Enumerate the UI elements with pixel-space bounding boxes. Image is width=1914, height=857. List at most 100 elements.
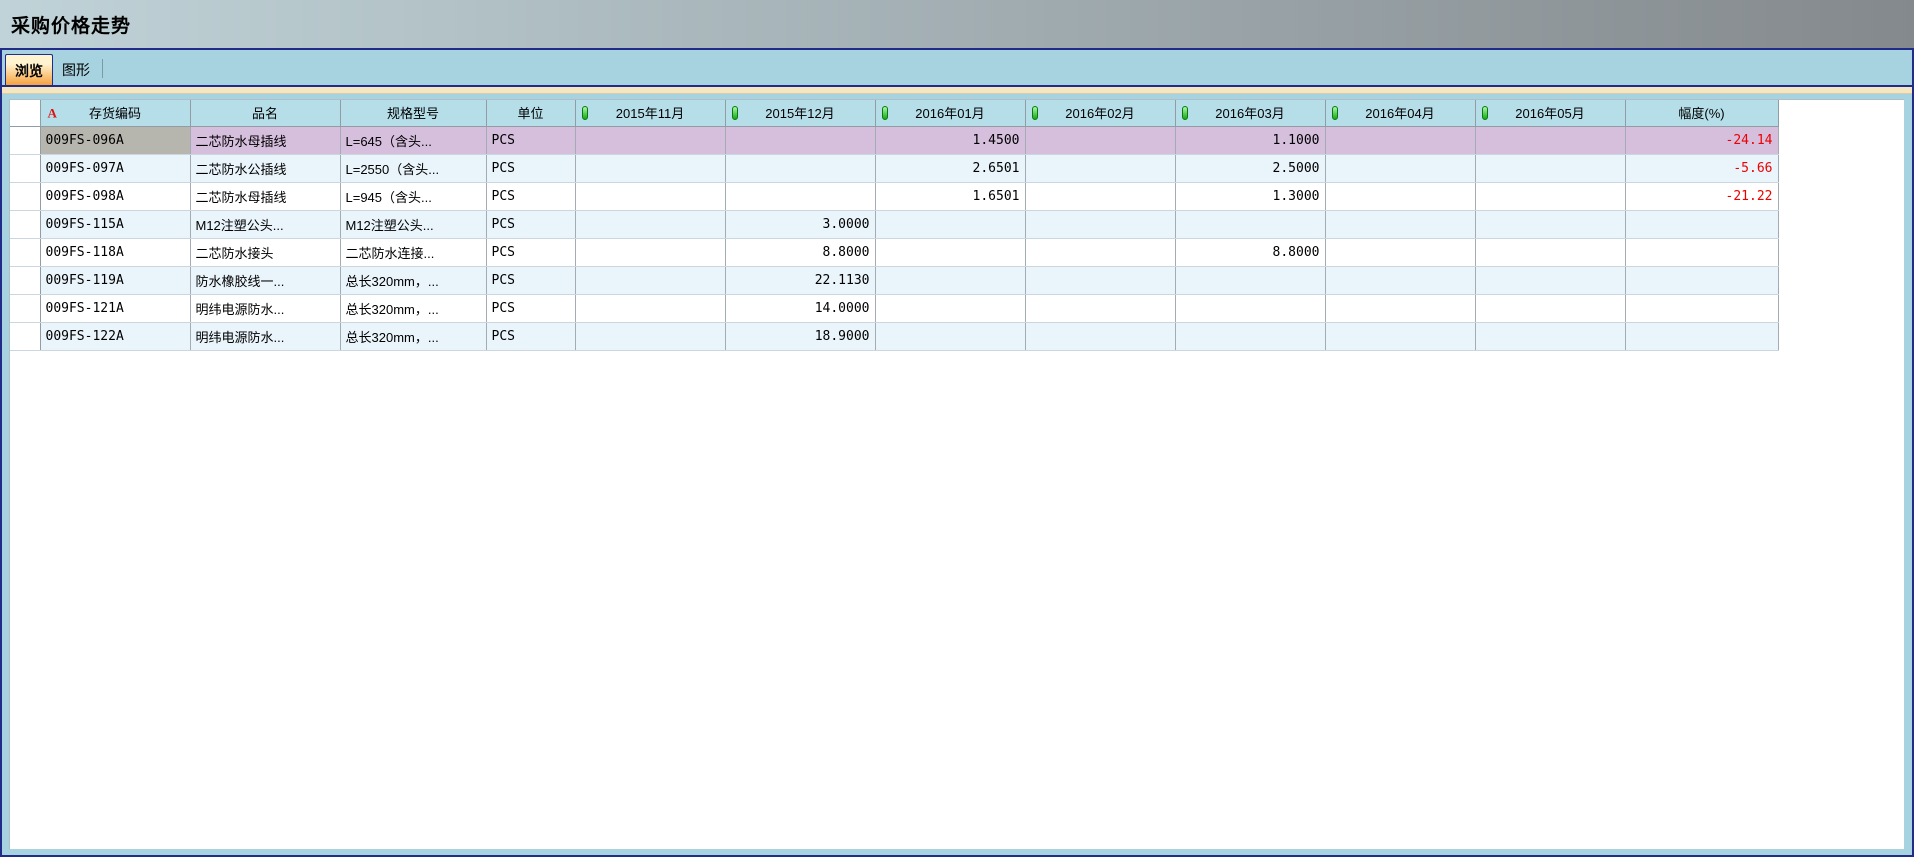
table-row[interactable]: 009FS-121A明纬电源防水...总长320mm，...PCS 14.0000	[10, 294, 1778, 322]
cell-spec[interactable]: M12注塑公头...	[340, 210, 486, 238]
table-row[interactable]: 009FS-097A二芯防水公插线L=2550（含头...PCS2.65012.…	[10, 154, 1778, 182]
cell-m201603[interactable]	[1175, 266, 1325, 294]
cell-m201512[interactable]: 18.9000	[725, 322, 875, 350]
cell-code[interactable]: 009FS-118A	[40, 238, 190, 266]
cell-m201512[interactable]: 22.1130	[725, 266, 875, 294]
cell-m201511[interactable]	[575, 266, 725, 294]
row-indicator[interactable]	[10, 238, 40, 266]
cell-m201604[interactable]	[1325, 182, 1475, 210]
tab-graph[interactable]: 图形	[53, 55, 99, 85]
cell-rate[interactable]	[1625, 266, 1778, 294]
cell-name[interactable]: 防水橡胶线一...	[190, 266, 340, 294]
cell-m201605[interactable]	[1475, 294, 1625, 322]
cell-m201602[interactable]	[1025, 126, 1175, 154]
cell-m201601[interactable]	[875, 210, 1025, 238]
cell-m201605[interactable]	[1475, 238, 1625, 266]
cell-m201605[interactable]	[1475, 210, 1625, 238]
cell-m201602[interactable]	[1025, 322, 1175, 350]
cell-m201602[interactable]	[1025, 266, 1175, 294]
cell-m201512[interactable]: 14.0000	[725, 294, 875, 322]
cell-unit[interactable]: PCS	[486, 210, 575, 238]
cell-m201511[interactable]	[575, 182, 725, 210]
row-indicator[interactable]	[10, 294, 40, 322]
cell-m201511[interactable]	[575, 126, 725, 154]
cell-m201512[interactable]	[725, 126, 875, 154]
row-indicator[interactable]	[10, 266, 40, 294]
column-header-m201511[interactable]: 2015年11月	[575, 100, 725, 126]
table-row[interactable]: 009FS-122A明纬电源防水...总长320mm，...PCS18.9000	[10, 322, 1778, 350]
cell-m201512[interactable]	[725, 154, 875, 182]
cell-m201605[interactable]	[1475, 266, 1625, 294]
column-header-m201512[interactable]: 2015年12月	[725, 100, 875, 126]
cell-unit[interactable]: PCS	[486, 294, 575, 322]
cell-rate[interactable]	[1625, 294, 1778, 322]
column-header-m201605[interactable]: 2016年05月	[1475, 100, 1625, 126]
cell-name[interactable]: 二芯防水接头	[190, 238, 340, 266]
table-row[interactable]: 009FS-096A二芯防水母插线L=645（含头...PCS1.45001.1…	[10, 126, 1778, 154]
cell-m201603[interactable]: 8.8000	[1175, 238, 1325, 266]
cell-rate[interactable]	[1625, 210, 1778, 238]
cell-m201511[interactable]	[575, 238, 725, 266]
cell-m201601[interactable]: 1.6501	[875, 182, 1025, 210]
cell-m201601[interactable]	[875, 294, 1025, 322]
cell-m201511[interactable]	[575, 322, 725, 350]
cell-m201601[interactable]: 1.4500	[875, 126, 1025, 154]
table-row[interactable]: 009FS-119A防水橡胶线一...总长320mm，...PCS 22.1130	[10, 266, 1778, 294]
tab-browse[interactable]: 浏览	[5, 54, 53, 85]
row-indicator[interactable]	[10, 126, 40, 154]
table-row[interactable]: 009FS-115AM12注塑公头...M12注塑公头...PCS3.0000	[10, 210, 1778, 238]
row-indicator[interactable]	[10, 210, 40, 238]
cell-rate[interactable]	[1625, 322, 1778, 350]
cell-m201604[interactable]	[1325, 238, 1475, 266]
column-header-unit[interactable]: 单位	[486, 100, 575, 126]
cell-unit[interactable]: PCS	[486, 266, 575, 294]
cell-m201511[interactable]	[575, 154, 725, 182]
cell-code[interactable]: 009FS-096A	[40, 126, 190, 154]
cell-name[interactable]: 二芯防水母插线	[190, 182, 340, 210]
cell-m201603[interactable]	[1175, 294, 1325, 322]
cell-m201602[interactable]	[1025, 154, 1175, 182]
cell-code[interactable]: 009FS-098A	[40, 182, 190, 210]
cell-m201603[interactable]	[1175, 322, 1325, 350]
row-indicator[interactable]	[10, 154, 40, 182]
cell-m201604[interactable]	[1325, 126, 1475, 154]
cell-m201604[interactable]	[1325, 154, 1475, 182]
row-indicator[interactable]	[10, 322, 40, 350]
cell-m201603[interactable]: 1.3000	[1175, 182, 1325, 210]
column-header-m201603[interactable]: 2016年03月	[1175, 100, 1325, 126]
cell-m201601[interactable]: 2.6501	[875, 154, 1025, 182]
cell-m201512[interactable]: 3.0000	[725, 210, 875, 238]
table-row[interactable]: 009FS-098A二芯防水母插线L=945（含头...PCS1.65011.3…	[10, 182, 1778, 210]
cell-m201605[interactable]	[1475, 182, 1625, 210]
cell-m201602[interactable]	[1025, 294, 1175, 322]
cell-m201605[interactable]	[1475, 154, 1625, 182]
cell-m201512[interactable]: 8.8000	[725, 238, 875, 266]
cell-rate[interactable]: -21.22	[1625, 182, 1778, 210]
column-header-m201604[interactable]: 2016年04月	[1325, 100, 1475, 126]
column-header-spec[interactable]: 规格型号	[340, 100, 486, 126]
cell-rate[interactable]	[1625, 238, 1778, 266]
cell-m201602[interactable]	[1025, 210, 1175, 238]
cell-name[interactable]: M12注塑公头...	[190, 210, 340, 238]
cell-name[interactable]: 明纬电源防水...	[190, 294, 340, 322]
column-header-code[interactable]: A存货编码	[40, 100, 190, 126]
cell-code[interactable]: 009FS-121A	[40, 294, 190, 322]
column-header-rate[interactable]: 幅度(%)	[1625, 100, 1778, 126]
cell-m201605[interactable]	[1475, 322, 1625, 350]
cell-spec[interactable]: 总长320mm，...	[340, 294, 486, 322]
cell-spec[interactable]: L=2550（含头...	[340, 154, 486, 182]
cell-m201604[interactable]	[1325, 322, 1475, 350]
cell-rate[interactable]: -5.66	[1625, 154, 1778, 182]
cell-spec[interactable]: 二芯防水连接...	[340, 238, 486, 266]
cell-m201604[interactable]	[1325, 266, 1475, 294]
cell-m201601[interactable]	[875, 266, 1025, 294]
cell-unit[interactable]: PCS	[486, 154, 575, 182]
column-header-m201601[interactable]: 2016年01月	[875, 100, 1025, 126]
cell-name[interactable]: 二芯防水母插线	[190, 126, 340, 154]
cell-spec[interactable]: L=945（含头...	[340, 182, 486, 210]
cell-m201602[interactable]	[1025, 238, 1175, 266]
cell-code[interactable]: 009FS-119A	[40, 266, 190, 294]
cell-name[interactable]: 二芯防水公插线	[190, 154, 340, 182]
cell-spec[interactable]: 总长320mm，...	[340, 266, 486, 294]
row-indicator[interactable]	[10, 182, 40, 210]
